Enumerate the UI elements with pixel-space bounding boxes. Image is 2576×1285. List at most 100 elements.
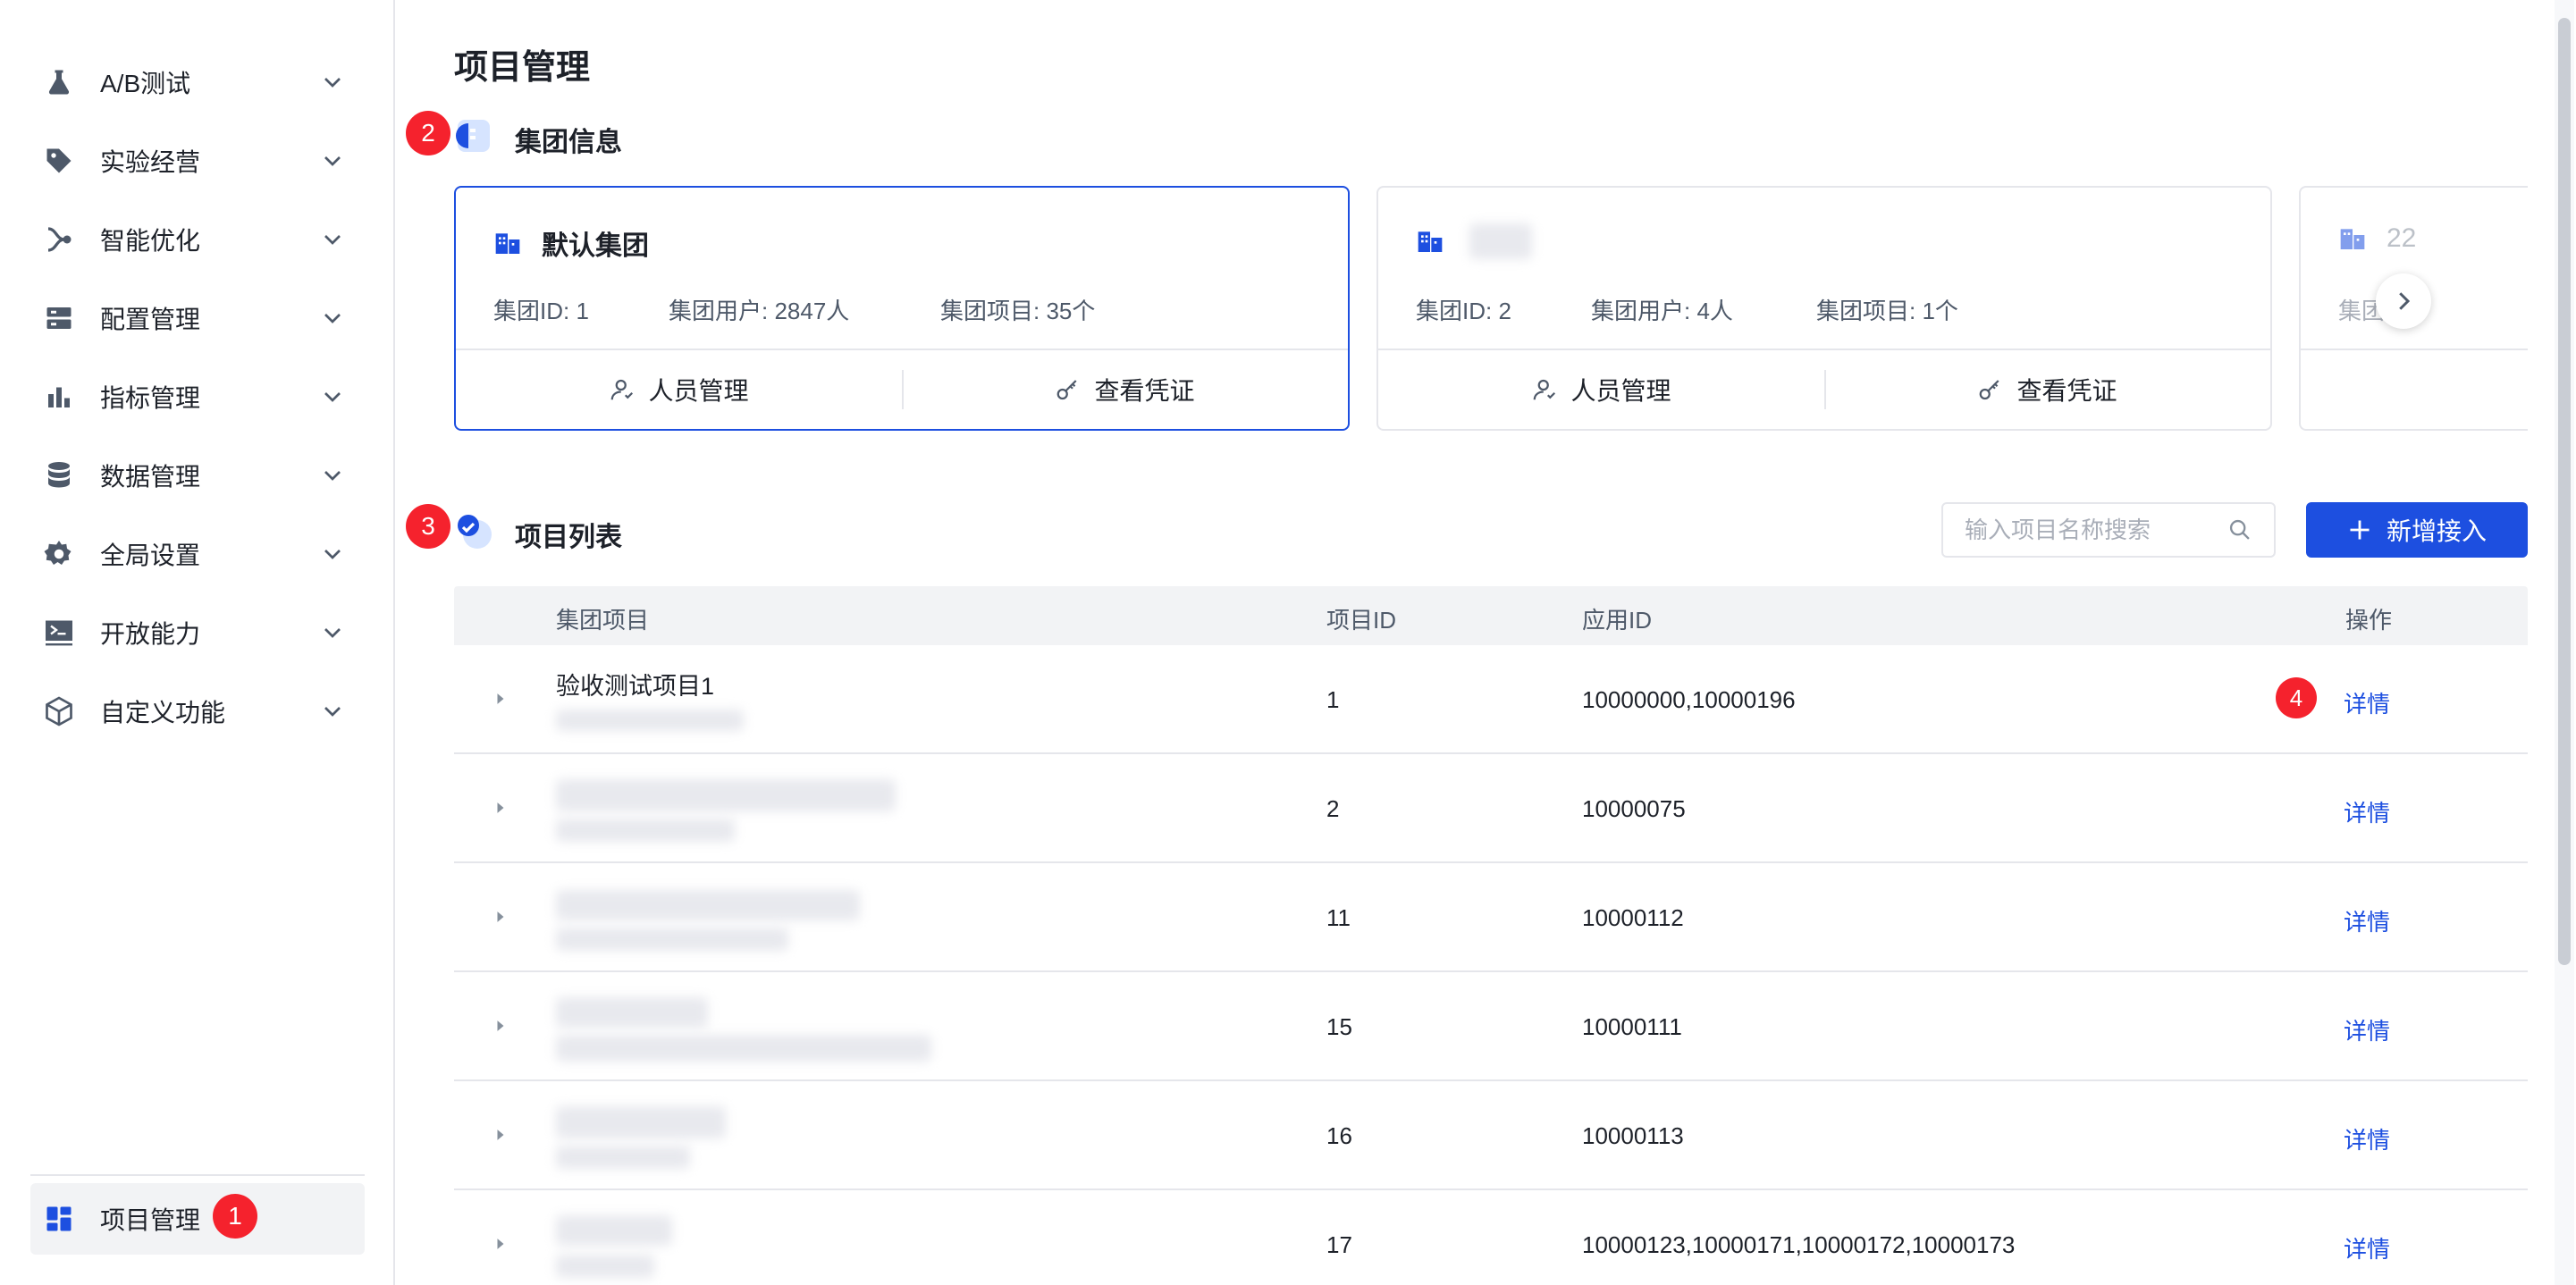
sidebar-item-metrics[interactable]: 指标管理 — [30, 361, 365, 433]
sidebar-item-config[interactable]: 配置管理 — [30, 282, 365, 354]
bar-chart-icon — [43, 381, 75, 413]
view-credentials-label: 查看凭证 — [2016, 377, 2117, 405]
table-row: 15 10000111 详情 — [454, 972, 2528, 1081]
add-access-label: 新增接入 — [2386, 517, 2487, 545]
header-project-id: 项目ID — [1326, 607, 1397, 634]
table-row: 17 10000123,10000171,10000172,10000173 详… — [454, 1190, 2528, 1285]
annotation-badge-4: 4 — [2276, 677, 2317, 718]
sidebar: A/B测试 实验经营 智能优化 配置管理 指标管理 数据管理 全局设置 开放能力… — [0, 0, 395, 1285]
sidebar-item-global-settings[interactable]: 全局设置 — [30, 518, 365, 590]
project-name: 验收测试项目1 — [556, 673, 715, 700]
group-users: 集团用户: 2847人 — [669, 298, 850, 324]
sidebar-item-custom[interactable]: 自定义功能 — [30, 676, 365, 747]
caret-right-icon[interactable] — [488, 686, 513, 711]
sidebar-item-label: 指标管理 — [100, 384, 201, 412]
search-icon[interactable] — [2227, 517, 2252, 542]
sidebar-item-label: 项目管理 — [100, 1206, 201, 1234]
chevron-right-icon — [2399, 292, 2411, 310]
people-management-button[interactable]: 人员管理 — [456, 350, 902, 429]
people-management-button[interactable]: 人员管理 — [1378, 350, 1824, 429]
redacted-group-name — [1469, 223, 1532, 259]
sidebar-item-project-management[interactable]: 项目管理 — [30, 1183, 365, 1255]
redacted-text — [556, 819, 735, 842]
building-icon — [2340, 229, 2365, 249]
building-icon — [1418, 231, 1443, 252]
server-icon — [43, 302, 75, 334]
carousel-next-button[interactable] — [2376, 273, 2431, 329]
project-id: 2 — [1326, 795, 1340, 822]
chevron-down-icon — [324, 392, 341, 402]
redacted-text — [556, 890, 860, 920]
app-id: 10000123,10000171,10000172,10000173 — [1582, 1231, 2016, 1258]
sidebar-item-label: 开放能力 — [100, 620, 201, 648]
app-id: 10000112 — [1582, 904, 1684, 931]
group-projects: 集团项目: 35个 — [940, 298, 1096, 324]
annotation-badge-2: 2 — [406, 111, 450, 155]
detail-link[interactable]: 详情 — [2344, 686, 2390, 719]
view-credentials-label: 查看凭证 — [1094, 377, 1195, 405]
flask-icon — [43, 66, 75, 98]
people-management-label: 人员管理 — [1570, 377, 1671, 405]
detail-link[interactable]: 详情 — [2344, 795, 2390, 828]
redacted-text — [556, 1255, 654, 1278]
sidebar-item-label: 全局设置 — [100, 542, 201, 569]
annotation-badge-3: 3 — [406, 504, 450, 549]
sidebar-item-label: 智能优化 — [100, 227, 201, 255]
caret-right-icon[interactable] — [488, 795, 513, 820]
project-section-title: 项目列表 — [515, 523, 622, 552]
sidebar-divider — [30, 1174, 365, 1176]
sidebar-item-label: 自定义功能 — [100, 699, 226, 726]
caret-right-icon[interactable] — [488, 1122, 513, 1147]
chevron-down-icon — [324, 550, 341, 559]
view-credentials-button[interactable]: 查看凭证 — [902, 350, 1348, 429]
project-id: 17 — [1326, 1231, 1352, 1258]
page-scrollbar[interactable] — [2555, 0, 2574, 1285]
caret-right-icon[interactable] — [488, 904, 513, 929]
sidebar-item-smart-optimize[interactable]: 智能优化 — [30, 204, 365, 275]
add-access-button[interactable]: 新增接入 — [2306, 502, 2528, 558]
sidebar-item-experiment-ops[interactable]: 实验经营 — [30, 125, 365, 197]
chevron-down-icon — [324, 78, 341, 88]
detail-link[interactable]: 详情 — [2344, 904, 2390, 937]
card-actions: 人员管理 查看凭证 — [1378, 349, 2270, 429]
redacted-text — [556, 1215, 672, 1246]
scrollbar-thumb[interactable] — [2558, 18, 2571, 965]
redacted-text — [556, 997, 708, 1028]
tag-icon — [43, 145, 75, 177]
group-id: 集团ID: 2 — [1416, 298, 1511, 324]
redacted-text — [556, 779, 896, 811]
group-card[interactable]: 集团ID: 2 集团用户: 4人 集团项目: 1个 人员管理 查看凭证 — [1376, 186, 2272, 431]
caret-right-icon[interactable] — [488, 1013, 513, 1038]
header-app-id: 应用ID — [1582, 607, 1653, 634]
sidebar-item-data[interactable]: 数据管理 — [30, 440, 365, 511]
app-id: 10000113 — [1582, 1122, 1684, 1149]
card-actions — [2301, 349, 2528, 429]
project-table: 集团项目 项目ID 应用ID 操作 验收测试项目1 1 10000000,100… — [454, 586, 2528, 1285]
detail-link[interactable]: 详情 — [2344, 1231, 2390, 1264]
sidebar-item-ab-test[interactable]: A/B测试 — [30, 46, 365, 118]
detail-link[interactable]: 详情 — [2344, 1122, 2390, 1155]
group-card[interactable]: 默认集团 集团ID: 1 集团用户: 2847人 集团项目: 35个 人员管理 … — [454, 186, 1350, 431]
group-section-title: 集团信息 — [515, 128, 622, 157]
project-list-icon — [458, 515, 492, 549]
app-id: 10000000,10000196 — [1582, 686, 1796, 713]
table-row: 验收测试项目1 1 10000000,10000196 4 详情 — [454, 645, 2528, 754]
sidebar-item-label: 实验经营 — [100, 148, 201, 176]
caret-right-icon[interactable] — [488, 1231, 513, 1256]
project-id: 11 — [1326, 904, 1351, 931]
sidebar-item-label: 数据管理 — [100, 463, 201, 491]
group-users: 集团用户: 4人 — [1591, 298, 1733, 324]
chevron-down-icon — [324, 156, 341, 166]
project-id: 15 — [1326, 1013, 1352, 1040]
redacted-text — [556, 1106, 726, 1138]
user-icon — [1534, 379, 1556, 400]
view-credentials-button[interactable]: 查看凭证 — [1824, 350, 2270, 429]
detail-link[interactable]: 详情 — [2344, 1013, 2390, 1046]
key-icon — [1057, 380, 1078, 400]
sidebar-item-label: 配置管理 — [100, 306, 201, 333]
project-search-input[interactable] — [1965, 504, 2224, 556]
sidebar-item-open-api[interactable]: 开放能力 — [30, 597, 365, 668]
redacted-text — [556, 1146, 690, 1169]
building-icon — [495, 233, 520, 254]
group-name: 默认集团 — [542, 231, 649, 261]
